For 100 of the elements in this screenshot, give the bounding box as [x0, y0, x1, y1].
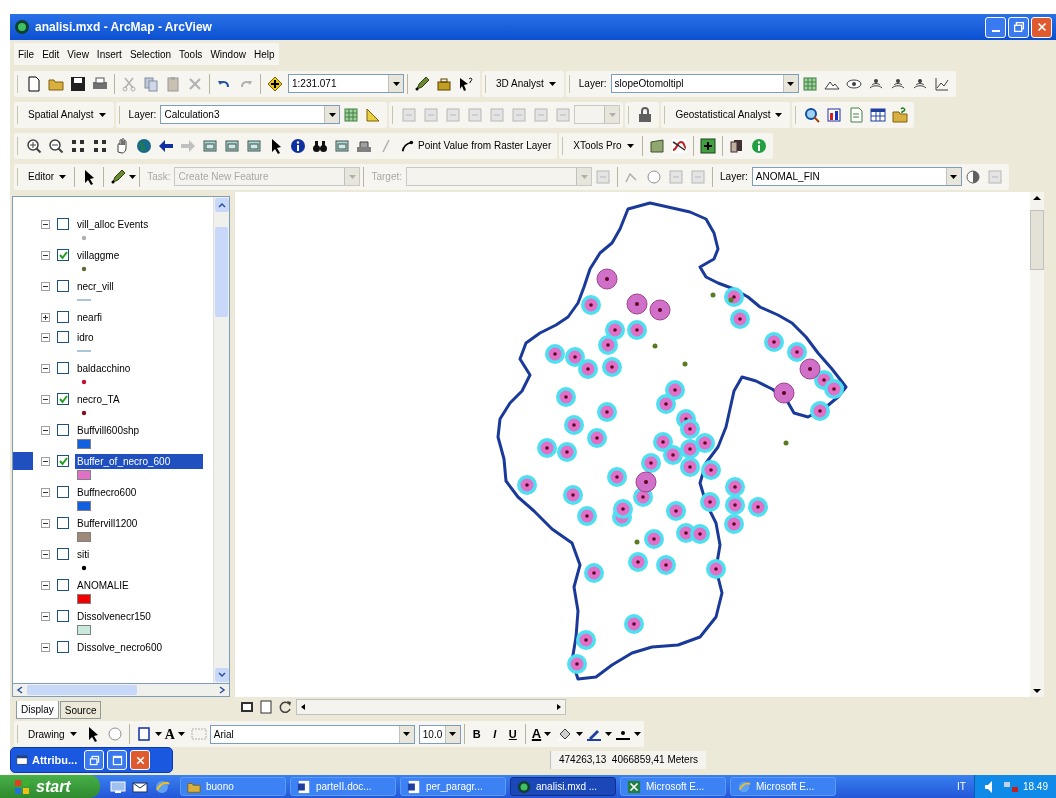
plus-square-icon[interactable]: [699, 137, 716, 154]
help-pointer-icon[interactable]: [458, 75, 474, 92]
layer-checkbox[interactable]: [57, 393, 69, 405]
info-circle-icon[interactable]: [750, 137, 767, 154]
layer-name[interactable]: Buffnecro600: [75, 484, 139, 500]
taskbar-button[interactable]: Microsoft E...: [620, 777, 726, 796]
restore-button[interactable]: [1008, 16, 1029, 38]
minimized-window[interactable]: Attribu...: [10, 747, 173, 773]
collapse-button[interactable]: [41, 394, 50, 404]
grid-icon[interactable]: [343, 106, 360, 123]
taskbar-button[interactable]: buono: [180, 777, 286, 796]
layer-checkbox[interactable]: [57, 610, 69, 622]
menu-item[interactable]: Tools: [179, 46, 203, 62]
layer-name[interactable]: Dissolve_necro600: [75, 639, 165, 655]
layer-name[interactable]: necro_TA: [75, 391, 122, 407]
close-button[interactable]: [130, 750, 151, 770]
layer-dropdown[interactable]: slopeOtomoltipl: [610, 74, 799, 93]
layer-checkbox[interactable]: [57, 424, 69, 436]
new-document-icon[interactable]: [26, 75, 42, 92]
layer-dropdown[interactable]: Calculation3: [160, 105, 341, 124]
underline-button[interactable]: U: [503, 725, 522, 743]
layer-checkbox[interactable]: [57, 579, 69, 591]
editor-menu-button[interactable]: Editor: [23, 166, 72, 187]
font-color-button[interactable]: A: [528, 724, 555, 744]
layer-checkbox[interactable]: [57, 218, 69, 230]
info-icon[interactable]: [290, 137, 306, 154]
layer-name[interactable]: ANOMALIE: [75, 577, 131, 593]
globe-icon[interactable]: [136, 137, 152, 154]
refresh-icon[interactable]: [277, 699, 293, 715]
hand-icon[interactable]: [114, 137, 130, 154]
scroll-thumb[interactable]: [215, 227, 228, 317]
layer-name[interactable]: Buffer_of_necro_600: [75, 453, 203, 469]
printer-icon[interactable]: [92, 75, 108, 92]
collapse-button[interactable]: [41, 487, 50, 497]
add-data-icon[interactable]: [267, 75, 283, 92]
chart-icon[interactable]: [826, 106, 843, 123]
scrollbar[interactable]: [1030, 192, 1044, 697]
layer-name[interactable]: baldacchino: [75, 360, 133, 376]
triangle-icon[interactable]: [365, 106, 382, 123]
expand-button[interactable]: [41, 312, 50, 322]
collapse-button[interactable]: [41, 549, 50, 559]
menu-item[interactable]: Window: [210, 46, 246, 62]
menu-item[interactable]: Edit: [42, 46, 60, 62]
minimize-button[interactable]: [985, 16, 1006, 38]
rectangle-icon[interactable]: [135, 726, 152, 742]
menu-item[interactable]: Insert: [96, 46, 122, 62]
layer-name[interactable]: vill_alloc Events: [75, 216, 151, 232]
dots-icon[interactable]: [92, 137, 108, 154]
fill-bucket-icon[interactable]: [557, 726, 574, 742]
map-window-icon[interactable]: [202, 137, 218, 154]
layer-name[interactable]: Dissolvenecr150: [75, 608, 153, 624]
menu-item[interactable]: Help: [253, 46, 275, 62]
maximize-button[interactable]: [107, 750, 128, 770]
lock-icon[interactable]: [637, 106, 654, 123]
layer-checkbox[interactable]: [57, 249, 69, 261]
zoom-in-icon[interactable]: [26, 137, 42, 154]
layer-checkbox[interactable]: [57, 331, 69, 343]
collapse-button[interactable]: [41, 281, 50, 291]
collapse-button[interactable]: [41, 642, 50, 652]
map-window-icon[interactable]: [224, 137, 240, 154]
layer-name[interactable]: Buffvill600shp: [75, 422, 142, 438]
layer-name[interactable]: nearfi: [75, 309, 104, 325]
desktop-icon[interactable]: [110, 778, 126, 795]
scrollbar[interactable]: [296, 699, 566, 715]
scale-dropdown[interactable]: 1:231.071: [288, 74, 404, 93]
collapse-button[interactable]: [41, 425, 50, 435]
taskbar-button[interactable]: Microsoft E...: [730, 777, 836, 796]
menu-item[interactable]: Selection: [129, 46, 171, 62]
question-folder-icon[interactable]: [892, 106, 909, 123]
taskbar-button[interactable]: per_paragr...: [400, 777, 506, 796]
scroll-thumb[interactable]: [1030, 210, 1044, 270]
layer-name[interactable]: idro: [75, 329, 96, 345]
close-button[interactable]: [1031, 16, 1052, 38]
layer-name[interactable]: necr_vill: [75, 278, 116, 294]
stack-icon[interactable]: [728, 137, 745, 154]
collapse-button[interactable]: [41, 250, 50, 260]
toolbox-icon[interactable]: [436, 75, 452, 92]
menu-item[interactable]: View: [67, 46, 89, 62]
layer-checkbox[interactable]: [57, 517, 69, 529]
browser-icon[interactable]: [154, 778, 170, 795]
layer-checkbox[interactable]: [57, 362, 69, 374]
map-window-icon[interactable]: [246, 137, 262, 154]
taskbar-button[interactable]: analisi.mxd ...: [510, 777, 616, 796]
collapse-button[interactable]: [41, 580, 50, 590]
collapse-button[interactable]: [41, 611, 50, 621]
font-size-dropdown[interactable]: 10.0: [418, 724, 461, 744]
layer-checkbox[interactable]: [57, 548, 69, 560]
panel-tab[interactable]: Source: [59, 701, 102, 719]
font-dropdown[interactable]: Arial: [209, 724, 415, 744]
start-button[interactable]: start: [0, 775, 100, 798]
layer-name[interactable]: villaggme: [75, 247, 122, 263]
collapse-button[interactable]: [41, 332, 50, 342]
menu-item[interactable]: File: [18, 46, 35, 62]
bold-button[interactable]: B: [467, 725, 486, 743]
layer-checkbox[interactable]: [57, 641, 69, 653]
map-window-icon[interactable]: [334, 137, 350, 154]
map-icon[interactable]: [648, 137, 665, 154]
layer-dropdown[interactable]: ANOMAL_FIN: [751, 167, 962, 186]
layer-checkbox[interactable]: [57, 311, 69, 323]
zoom-out-icon[interactable]: [48, 137, 64, 154]
